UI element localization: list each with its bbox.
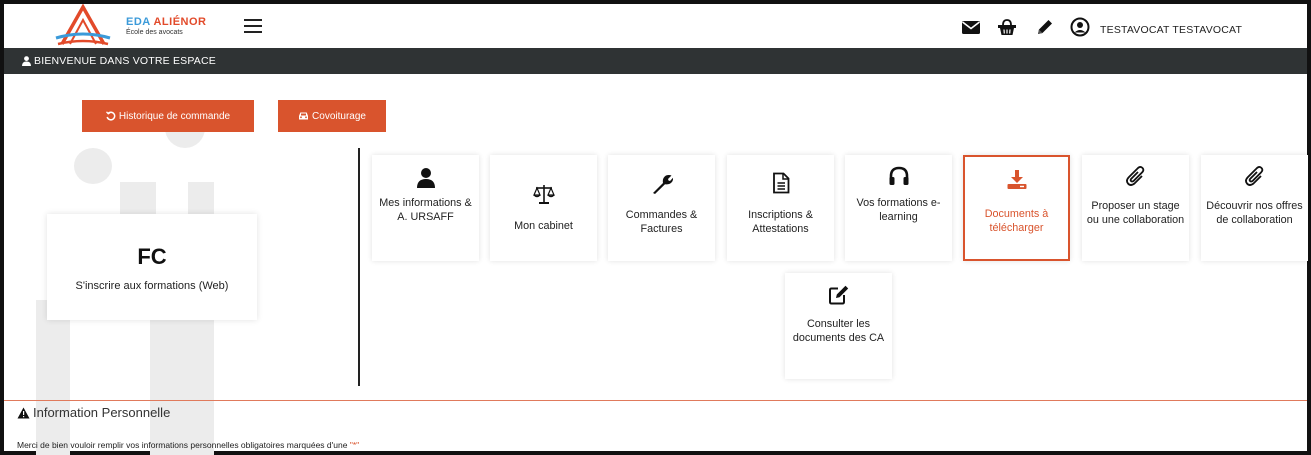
order-history-button[interactable]: Historique de commande [82, 100, 254, 132]
brand-name-eda: EDA [126, 16, 154, 28]
tile-label: Vos formations e-learning [856, 197, 941, 223]
welcome-bar: BIENVENUE DANS VOTRE ESPACE [4, 48, 1307, 74]
background-decoration [188, 182, 214, 214]
tile-label: Commandes & Factures [625, 209, 698, 235]
background-decoration [120, 182, 156, 214]
user-name-link[interactable]: TESTAVOCAT TESTAVOCAT [1100, 24, 1242, 36]
background-decoration [36, 300, 70, 455]
tile-label: Documents à télécharger [984, 208, 1049, 234]
tile-formations-elearning[interactable]: Vos formations e-learning [845, 155, 952, 261]
carpool-label: Covoiturage [312, 110, 366, 122]
menu-toggle-icon[interactable] [244, 19, 262, 33]
tile-label: Mes informations & A. URSAFF [379, 197, 472, 223]
headphones-icon [889, 166, 909, 185]
section-divider [4, 400, 1307, 401]
tile-label: Inscriptions & Attestations [748, 209, 813, 235]
brand: EDA ALIÉNOR École des avocats [126, 16, 206, 36]
warning-icon [17, 407, 30, 419]
background-decoration [150, 300, 214, 455]
background-decoration [74, 148, 112, 184]
fc-card[interactable]: FC S'inscrire aux formations (Web) [47, 214, 257, 320]
tile-proposer-stage[interactable]: Proposer un stage ou une collaboration [1082, 155, 1189, 261]
info-text-label: Merci de bien vouloir remplir vos inform… [17, 440, 350, 450]
brand-tagline: École des avocats [126, 29, 183, 36]
info-section-title: Information Personnelle [17, 405, 170, 420]
balance-scale-icon [533, 185, 555, 204]
document-icon [773, 172, 790, 194]
tile-mon-cabinet[interactable]: Mon cabinet [490, 155, 597, 261]
eda-alienor-logo[interactable] [48, 4, 118, 48]
tile-label: Proposer un stage ou une collaboration [1086, 200, 1185, 226]
edit-icon [829, 285, 849, 305]
tile-label: Consulter les documents des CA [792, 318, 885, 344]
info-title-label: Information Personnelle [33, 405, 171, 420]
tile-consulter-documents-ca[interactable]: Consulter les documents des CA [785, 273, 892, 379]
pencil-icon[interactable] [1035, 17, 1055, 37]
welcome-label: BIENVENUE DANS VOTRE ESPACE [34, 55, 216, 67]
info-instructions: Merci de bien vouloir remplir vos inform… [17, 440, 359, 450]
tile-label: Mon cabinet [514, 220, 573, 232]
brand-name-alienor: ALIÉNOR [153, 16, 207, 28]
tile-inscriptions-attestations[interactable]: Inscriptions & Attestations [727, 155, 834, 261]
fc-subtitle: S'inscrire aux formations (Web) [75, 280, 229, 292]
top-navbar: EDA ALIÉNOR École des avocats TESTAVOCAT… [4, 4, 1307, 48]
user-circle-icon[interactable] [1070, 17, 1090, 37]
carpool-button[interactable]: Covoiturage [278, 100, 386, 132]
paperclip-icon [1126, 166, 1145, 186]
tile-commandes-factures[interactable]: Commandes & Factures [608, 155, 715, 261]
basket-icon[interactable] [997, 17, 1017, 37]
tile-decouvrir-offres[interactable]: Découvrir nos offres de collaboration [1201, 155, 1308, 261]
envelope-icon[interactable] [961, 17, 981, 37]
user-icon [22, 56, 31, 66]
vertical-divider [358, 148, 360, 386]
order-history-label: Historique de commande [118, 110, 231, 122]
user-icon [417, 168, 435, 188]
paperclip-icon [1245, 166, 1264, 186]
wrench-icon [653, 175, 673, 194]
tile-label: Découvrir nos offres de collaboration [1206, 200, 1303, 226]
car-icon [299, 112, 309, 120]
history-icon [105, 111, 116, 121]
required-marker: "*" [349, 440, 360, 450]
tile-mes-informations[interactable]: Mes informations & A. URSAFF [372, 155, 479, 261]
fc-title: FC [137, 244, 167, 269]
tile-documents-telecharger[interactable]: Documents à télécharger [963, 155, 1070, 261]
download-icon [1007, 170, 1027, 189]
